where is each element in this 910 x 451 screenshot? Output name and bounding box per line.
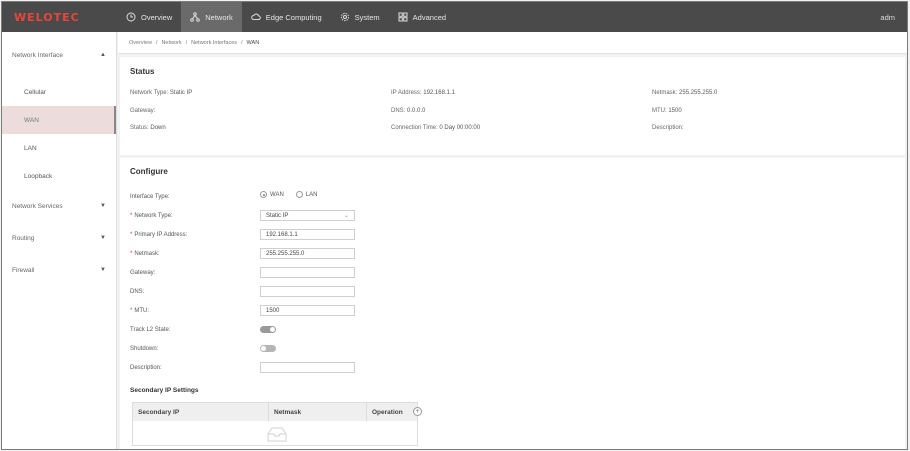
app-window: WELOTEC Overview Network Edge Computing … xyxy=(1,1,908,450)
radio-dot xyxy=(260,191,267,198)
primary-ip-input[interactable]: 192.168.1.1 xyxy=(260,229,355,240)
network-type-label: * Network Type: xyxy=(130,212,173,219)
radio-lan[interactable]: LAN xyxy=(295,191,317,198)
gateway-label: Gateway: xyxy=(130,269,156,276)
status-title: Status xyxy=(130,67,155,76)
status-gateway: Gateway: xyxy=(130,108,156,114)
secondary-ip-table: Secondary IP Netmask Operation xyxy=(132,402,418,446)
chevron-down-icon: ▼ xyxy=(100,203,106,209)
status-card: Status Network Type: Static IP IP Addres… xyxy=(120,57,905,155)
breadcrumb-separator: / xyxy=(241,39,243,46)
sidebar: Network Interface ▲ Cellular WAN LAN Loo… xyxy=(2,32,117,449)
breadcrumb: Overview / Network / Network Interfaces / W… xyxy=(118,32,907,54)
description-input[interactable] xyxy=(260,362,355,373)
top-navigation-bar: WELOTEC Overview Network Edge Computing … xyxy=(2,2,907,32)
status-description: Description: xyxy=(652,125,684,131)
sidebar-item-wan[interactable]: WAN xyxy=(2,106,116,134)
dns-label: DNS: xyxy=(130,288,145,295)
primary-ip-label: * Primary IP Address: xyxy=(130,231,188,238)
mtu-label: * MTU: xyxy=(130,307,150,314)
chevron-up-icon: ▲ xyxy=(100,52,106,58)
sidebar-group-firewall[interactable]: Firewall ▼ xyxy=(2,254,116,286)
sidebar-item-loopback[interactable]: Loopback xyxy=(2,162,116,190)
track-l2-label: Track L2 State: xyxy=(130,326,171,333)
secondary-ip-title: Secondary IP Settings xyxy=(130,387,199,394)
shutdown-label: Shutdown: xyxy=(130,345,159,352)
sidebar-item-label: Loopback xyxy=(24,172,53,180)
netmask-input[interactable]: 255.255.255.0 xyxy=(260,248,355,259)
chevron-down-icon: ⌄ xyxy=(343,213,349,219)
mtu-input[interactable]: 1500 xyxy=(260,305,355,316)
radio-dot xyxy=(295,191,303,198)
network-icon xyxy=(190,12,201,22)
interface-type-label: Interface Type: xyxy=(130,193,170,200)
sidebar-group-label: Network Interface xyxy=(12,51,63,59)
interface-type-radio-group: WAN LAN xyxy=(260,191,317,198)
sidebar-item-label: WAN xyxy=(24,116,39,124)
nav-label: Network xyxy=(205,12,233,22)
main-content: Overview / Network / Network Interfaces / W… xyxy=(118,32,907,449)
nav-network[interactable]: Network xyxy=(181,2,242,32)
status-netmask: Netmask: 255.255.255.0 xyxy=(652,90,718,96)
empty-inbox-icon xyxy=(267,427,287,442)
breadcrumb-separator: / xyxy=(155,39,158,46)
sidebar-group-routing[interactable]: Routing ▼ xyxy=(2,222,116,254)
nav-label: Overview xyxy=(141,12,173,22)
status-ip-address: IP Address: 192.168.1.1 xyxy=(391,90,455,96)
radio-wan[interactable]: WAN xyxy=(260,191,284,198)
nav-overview[interactable]: Overview xyxy=(117,2,181,32)
breadcrumb-current: WAN xyxy=(246,39,260,46)
add-secondary-ip-icon[interactable]: + xyxy=(413,407,422,416)
gateway-input[interactable] xyxy=(260,267,355,278)
nav-label: Advanced xyxy=(412,12,447,22)
column-operation: Operation xyxy=(372,408,403,416)
status-dns: DNS: 0.0.0.0 xyxy=(391,108,426,114)
breadcrumb-network[interactable]: Network xyxy=(161,40,181,46)
sidebar-group-network-services[interactable]: Network Services ▼ xyxy=(2,190,116,222)
breadcrumb-separator: / xyxy=(185,39,188,46)
status-network-type: Network Type: Static IP xyxy=(130,90,193,96)
table-header: Secondary IP Netmask Operation xyxy=(133,403,417,421)
breadcrumb-network-interfaces[interactable]: Network Interfaces xyxy=(191,40,237,46)
description-label: Description: xyxy=(130,364,162,371)
table-empty-body xyxy=(133,421,417,445)
sidebar-group-network-interface[interactable]: Network Interface ▲ xyxy=(2,32,116,78)
nav-system[interactable]: System xyxy=(331,2,389,32)
breadcrumb-overview[interactable]: Overview xyxy=(129,40,152,46)
sidebar-group-label: Firewall xyxy=(12,266,35,274)
configure-card: Configure Interface Type: WAN LAN * Netwo… xyxy=(120,158,905,449)
nav-label: System xyxy=(354,12,380,22)
nav-label: Edge Computing xyxy=(265,12,322,22)
sidebar-item-lan[interactable]: LAN xyxy=(2,134,116,162)
gear-icon xyxy=(340,12,349,22)
configure-title: Configure xyxy=(130,167,168,176)
shutdown-toggle[interactable] xyxy=(260,345,276,352)
sidebar-group-label: Routing xyxy=(12,234,35,242)
chevron-down-icon: ▼ xyxy=(100,267,106,273)
dns-input[interactable] xyxy=(260,286,355,297)
network-type-select[interactable]: Static IP ⌄ xyxy=(260,210,355,221)
nav-edge-computing[interactable]: Edge Computing xyxy=(242,2,331,32)
sidebar-group-label: Network Services xyxy=(12,202,63,210)
netmask-label: * Netmask: xyxy=(130,250,160,257)
user-menu[interactable]: adm xyxy=(880,13,907,22)
track-l2-toggle[interactable] xyxy=(260,326,276,333)
grid-icon xyxy=(398,12,408,22)
clock-icon xyxy=(126,12,136,22)
status-connection-time: Connection Time: 0 Day 00:00:00 xyxy=(391,125,481,131)
column-netmask: Netmask xyxy=(269,403,367,421)
chevron-down-icon: ▼ xyxy=(100,235,106,241)
status-mtu: MTU: 1500 xyxy=(652,108,682,114)
status-state: Status: Down xyxy=(130,125,166,131)
sidebar-item-label: LAN xyxy=(24,144,37,152)
main-nav: Overview Network Edge Computing System A… xyxy=(117,2,455,32)
cloud-icon xyxy=(250,13,261,20)
sidebar-item-cellular[interactable]: Cellular xyxy=(2,78,116,106)
sidebar-item-label: Cellular xyxy=(24,88,47,96)
brand-logo[interactable]: WELOTEC xyxy=(2,11,117,24)
column-secondary-ip: Secondary IP xyxy=(133,403,269,421)
nav-advanced[interactable]: Advanced xyxy=(389,2,455,32)
